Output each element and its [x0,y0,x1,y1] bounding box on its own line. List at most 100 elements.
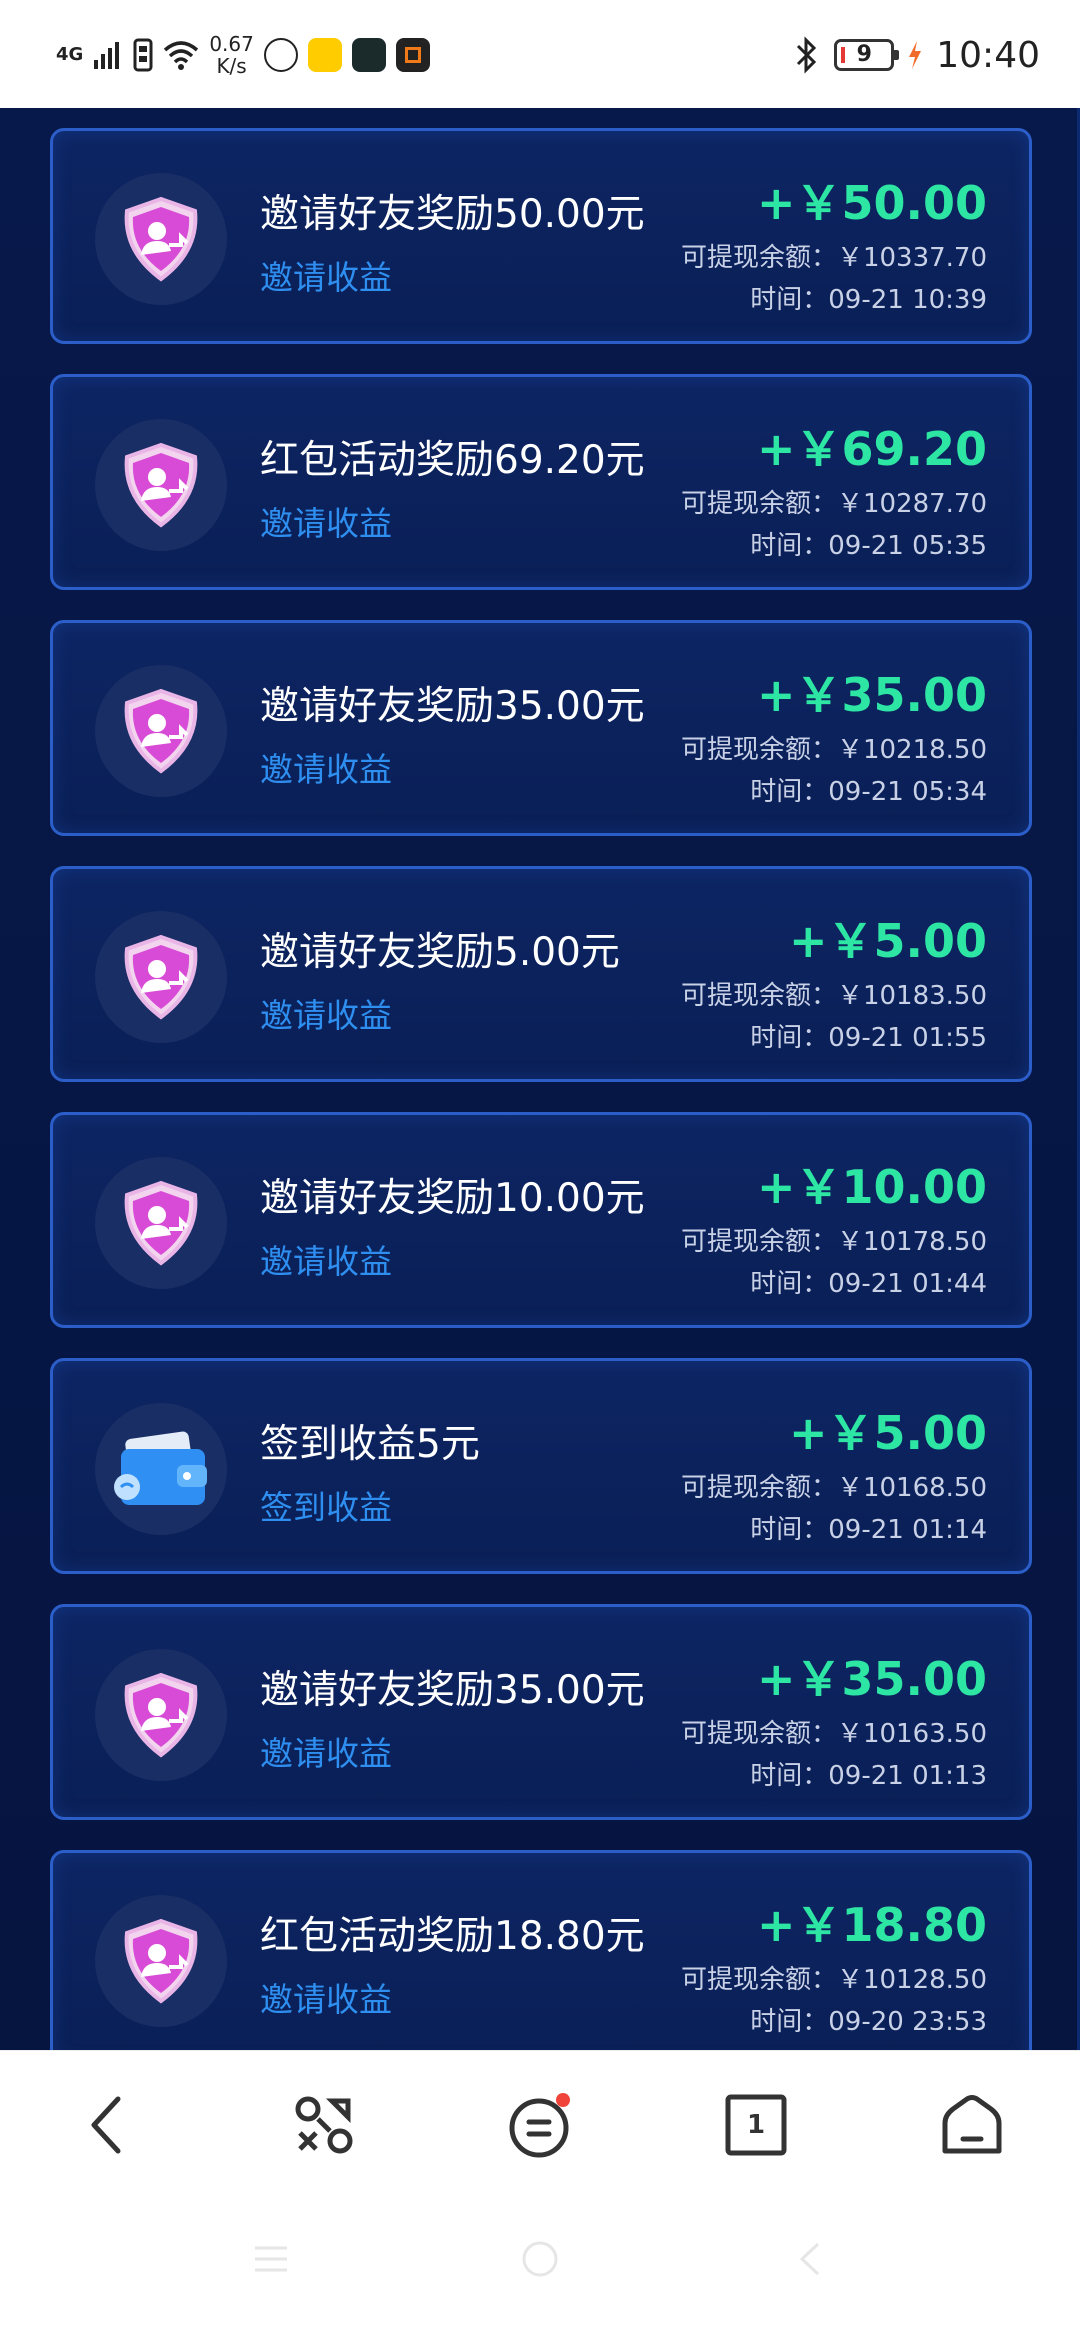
signal-icon [94,42,120,69]
record-time: 时间：09-21 01:14 [750,1515,987,1545]
browser-toolbar: 1 [0,2050,1080,2194]
system-nav-bar [0,2194,1080,2340]
record-card[interactable]: 邀请好友奖励35.00元 邀请收益 +￥35.00 可提现余额：￥10218.5… [50,620,1032,836]
wifi-icon [164,41,199,70]
menu-button[interactable] [504,2089,576,2161]
back-icon [91,2096,121,2154]
home-icon [942,2095,1002,2154]
invite-shield-icon [124,934,198,1020]
record-icon-wrap [95,1895,227,2027]
record-card[interactable]: 签到收益5元 签到收益 +￥5.00 可提现余额：￥10168.50 时间：09… [50,1358,1032,1574]
record-category: 邀请收益 [260,750,392,789]
record-time: 时间：09-21 05:34 [750,777,987,807]
sim-icon [133,38,153,72]
record-icon-wrap [95,1403,227,1535]
record-amount: +￥50.00 [756,176,987,230]
menu-icon [509,2093,570,2158]
status-right: 9 10:40 [794,28,1040,82]
invite-shield-icon [124,1918,198,2004]
bluetooth-icon [797,36,817,74]
record-icon-wrap [95,1157,227,1289]
status-bar: 4G 0.67 K/s 9 10:40 [0,0,1080,108]
record-title: 邀请好友奖励50.00元 [260,192,645,237]
record-balance: 可提现余额：￥10218.50 [680,735,987,765]
invite-shield-icon [124,1180,198,1266]
charging-icon [909,41,922,69]
back-button[interactable] [72,2089,144,2161]
record-category: 邀请收益 [260,996,392,1035]
qq-icon [263,38,298,72]
record-card[interactable]: 邀请好友奖励5.00元 邀请收益 +￥5.00 可提现余额：￥10183.50 … [50,866,1032,1082]
record-amount: +￥35.00 [756,1652,987,1706]
speed-value: 0.67 [209,32,254,56]
record-title: 红包活动奖励18.80元 [260,1914,645,1959]
record-icon-wrap [95,911,227,1043]
record-time: 时间：09-21 05:35 [750,531,987,561]
record-balance: 可提现余额：￥10183.50 [680,981,987,1011]
record-amount: +￥10.00 [756,1160,987,1214]
invite-shield-icon [124,442,198,528]
network-speed: 0.67 K/s [209,33,254,77]
record-icon-wrap [95,419,227,551]
record-title: 签到收益5元 [260,1422,480,1467]
network-type: 4G [56,44,84,65]
record-amount: +￥69.20 [756,422,987,476]
record-time: 时间：09-21 01:13 [750,1761,987,1791]
record-time: 时间：09-20 23:53 [750,2007,987,2037]
record-card[interactable]: 红包活动奖励69.20元 邀请收益 +￥69.20 可提现余额：￥10287.7… [50,374,1032,590]
tabs-button[interactable]: 1 [720,2089,792,2161]
record-balance: 可提现余额：￥10128.50 [680,1965,987,1995]
record-card[interactable]: 邀请好友奖励50.00元 邀请收益 +￥50.00 可提现余额：￥10337.7… [50,128,1032,344]
record-icon-wrap [95,665,227,797]
system-home-button[interactable] [515,2234,565,2284]
record-icon-wrap [95,1649,227,1781]
home-circle-icon [522,2241,558,2277]
invite-shield-icon [124,196,198,282]
record-amount: +￥5.00 [788,1406,987,1460]
record-category: 邀请收益 [260,1734,392,1773]
app-notification-icon [351,38,386,72]
record-title: 邀请好友奖励35.00元 [260,684,645,729]
invite-shield-icon [124,688,198,774]
record-amount: +￥18.80 [756,1898,987,1952]
record-title: 邀请好友奖励35.00元 [260,1668,645,1713]
record-balance: 可提现余额：￥10287.70 [680,489,987,519]
battery-indicator: 9 [834,39,900,71]
recents-icon [255,2246,287,2272]
meituan-icon [307,38,342,72]
back-triangle-icon [799,2242,820,2276]
speed-unit: K/s [216,54,247,78]
record-title: 邀请好友奖励10.00元 [260,1176,645,1221]
record-amount: +￥35.00 [756,668,987,722]
status-left: 4G 0.67 K/s [56,28,430,82]
record-card[interactable]: 红包活动奖励18.80元 邀请收益 +￥18.80 可提现余额：￥10128.5… [50,1850,1032,2050]
home-button[interactable] [936,2089,1008,2161]
record-card[interactable]: 邀请好友奖励10.00元 邀请收益 +￥10.00 可提现余额：￥10178.5… [50,1112,1032,1328]
record-balance: 可提现余额：￥10337.70 [680,243,987,273]
record-category: 邀请收益 [260,1980,392,2019]
record-time: 时间：09-21 10:39 [750,285,987,315]
tabs-count: 1 [746,2110,766,2140]
system-back-button[interactable] [785,2234,835,2284]
invite-shield-icon [124,1672,198,1758]
recents-button[interactable] [246,2234,296,2284]
records-list[interactable]: 邀请好友奖励50.00元 邀请收益 +￥50.00 可提现余额：￥10337.7… [0,108,1080,2050]
record-category: 邀请收益 [260,504,392,543]
clock: 10:40 [936,34,1040,76]
record-time: 时间：09-21 01:55 [750,1023,987,1053]
record-balance: 可提现余额：￥10163.50 [680,1719,987,1749]
record-balance: 可提现余额：￥10178.50 [680,1227,987,1257]
apps-icon [295,2096,353,2154]
wallet-icon [114,1431,207,1505]
record-title: 红包活动奖励69.20元 [260,438,645,483]
app-notification-icon-2 [395,38,430,72]
record-title: 邀请好友奖励5.00元 [260,930,620,975]
record-card[interactable]: 邀请好友奖励35.00元 邀请收益 +￥35.00 可提现余额：￥10163.5… [50,1604,1032,1820]
record-balance: 可提现余额：￥10168.50 [680,1473,987,1503]
record-category: 邀请收益 [260,258,392,297]
record-amount: +￥5.00 [788,914,987,968]
record-icon-wrap [95,173,227,305]
record-category: 签到收益 [260,1488,392,1527]
record-category: 邀请收益 [260,1242,392,1281]
apps-button[interactable] [288,2089,360,2161]
